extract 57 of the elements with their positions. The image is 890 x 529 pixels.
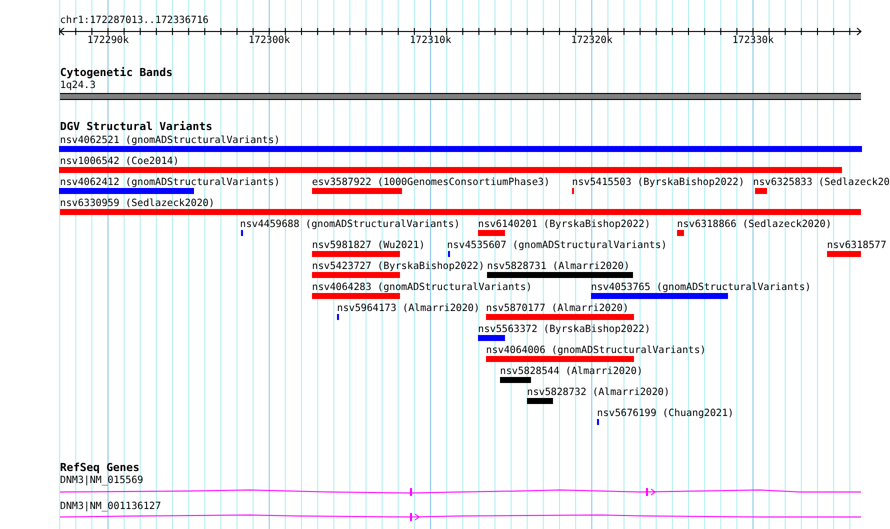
location-label: chr1:172287013..172336716 [60,15,209,26]
transcript-label[interactable]: DNM3|NM_015569 [60,475,144,486]
variant-bar[interactable] [312,251,400,257]
track-title: DGV Structural Variants [60,121,212,133]
transcript-drawing[interactable] [60,488,862,496]
variant-bar[interactable] [312,188,402,194]
variant-bar[interactable] [677,230,684,236]
variant-bar[interactable] [59,188,194,194]
variant-bar[interactable] [478,230,505,236]
track-title: RefSeq Genes [60,462,140,474]
variant-label[interactable]: nsv6318577 [827,240,886,251]
variant-label[interactable]: nsv6318866 (Sedlazeck2020) [677,219,832,230]
variant-label[interactable]: nsv5981827 (Wu2021) [312,240,425,251]
variant-bar[interactable] [312,272,400,278]
variant-label[interactable]: nsv6330959 (Sedlazeck2020) [60,198,215,209]
band-label: 1q24.3 [60,80,96,91]
variant-label[interactable]: nsv4062521 (gnomADStructuralVariants) [60,135,280,146]
variant-bar[interactable] [755,188,767,194]
variant-bar[interactable] [487,272,633,278]
tick-label: 172330k [732,35,774,46]
variant-label[interactable]: esv3587922 (1000GenomesConsortiumPhase3) [312,177,550,188]
variant-label[interactable]: nsv5415503 (ByrskaBishop2022) [572,177,744,188]
transcript-drawing[interactable] [60,513,862,521]
tick-label: 172300k [248,35,290,46]
variant-bar[interactable] [59,146,862,152]
variant-label[interactable]: nsv5423727 (ByrskaBishop2022) [312,261,484,272]
variant-label[interactable]: nsv4064283 (gnomADStructuralVariants) [312,282,532,293]
variant-label[interactable]: nsv6140201 (ByrskaBishop2022) [478,219,650,230]
variant-label[interactable]: nsv5828732 (Almarri2020) [527,387,670,398]
tick-label: 172310k [410,35,452,46]
variant-bar[interactable] [591,293,728,299]
variant-label[interactable]: nsv5563372 (ByrskaBishop2022) [478,324,650,335]
variant-label[interactable]: nsv4064006 (gnomADStructuralVariants) [486,345,706,356]
variant-label[interactable]: nsv5964173 (Almarri2020) [337,303,480,314]
tick-label: 172290k [87,35,129,46]
variant-bar[interactable] [500,377,531,383]
variant-bar[interactable] [312,293,400,299]
transcript-label[interactable]: DNM3|NM_001136127 [60,501,162,512]
variant-label[interactable]: nsv5828544 (Almarri2020) [500,366,643,377]
variant-label[interactable]: nsv5676199 (Chuang2021) [597,408,734,419]
variant-label[interactable]: nsv6325833 (Sedlazeck20 [753,177,890,188]
tick-label: 172320k [570,35,613,46]
variant-bar[interactable] [478,335,505,341]
variant-bar[interactable] [527,398,553,404]
variant-label[interactable]: nsv4053765 (gnomADStructuralVariants) [591,282,811,293]
variant-label[interactable]: nsv5828731 (Almarri2020) [487,261,630,272]
variant-bar[interactable] [60,209,861,215]
variant-bar[interactable] [827,251,861,257]
variant-bar[interactable] [59,167,842,173]
variant-bar[interactable] [486,314,634,320]
track-title: Cytogenetic Bands [60,67,173,79]
variant-label[interactable]: nsv1006542 (Coe2014) [60,156,179,167]
variant-label[interactable]: nsv4459688 (gnomADStructuralVariants) [240,219,460,230]
variant-label[interactable]: nsv4062412 (gnomADStructuralVariants) [60,177,280,188]
variant-label[interactable]: nsv4535607 (gnomADStructuralVariants) [447,240,667,251]
variant-label[interactable]: nsv5870177 (Almarri2020) [486,303,629,314]
variant-bar[interactable] [486,356,634,362]
